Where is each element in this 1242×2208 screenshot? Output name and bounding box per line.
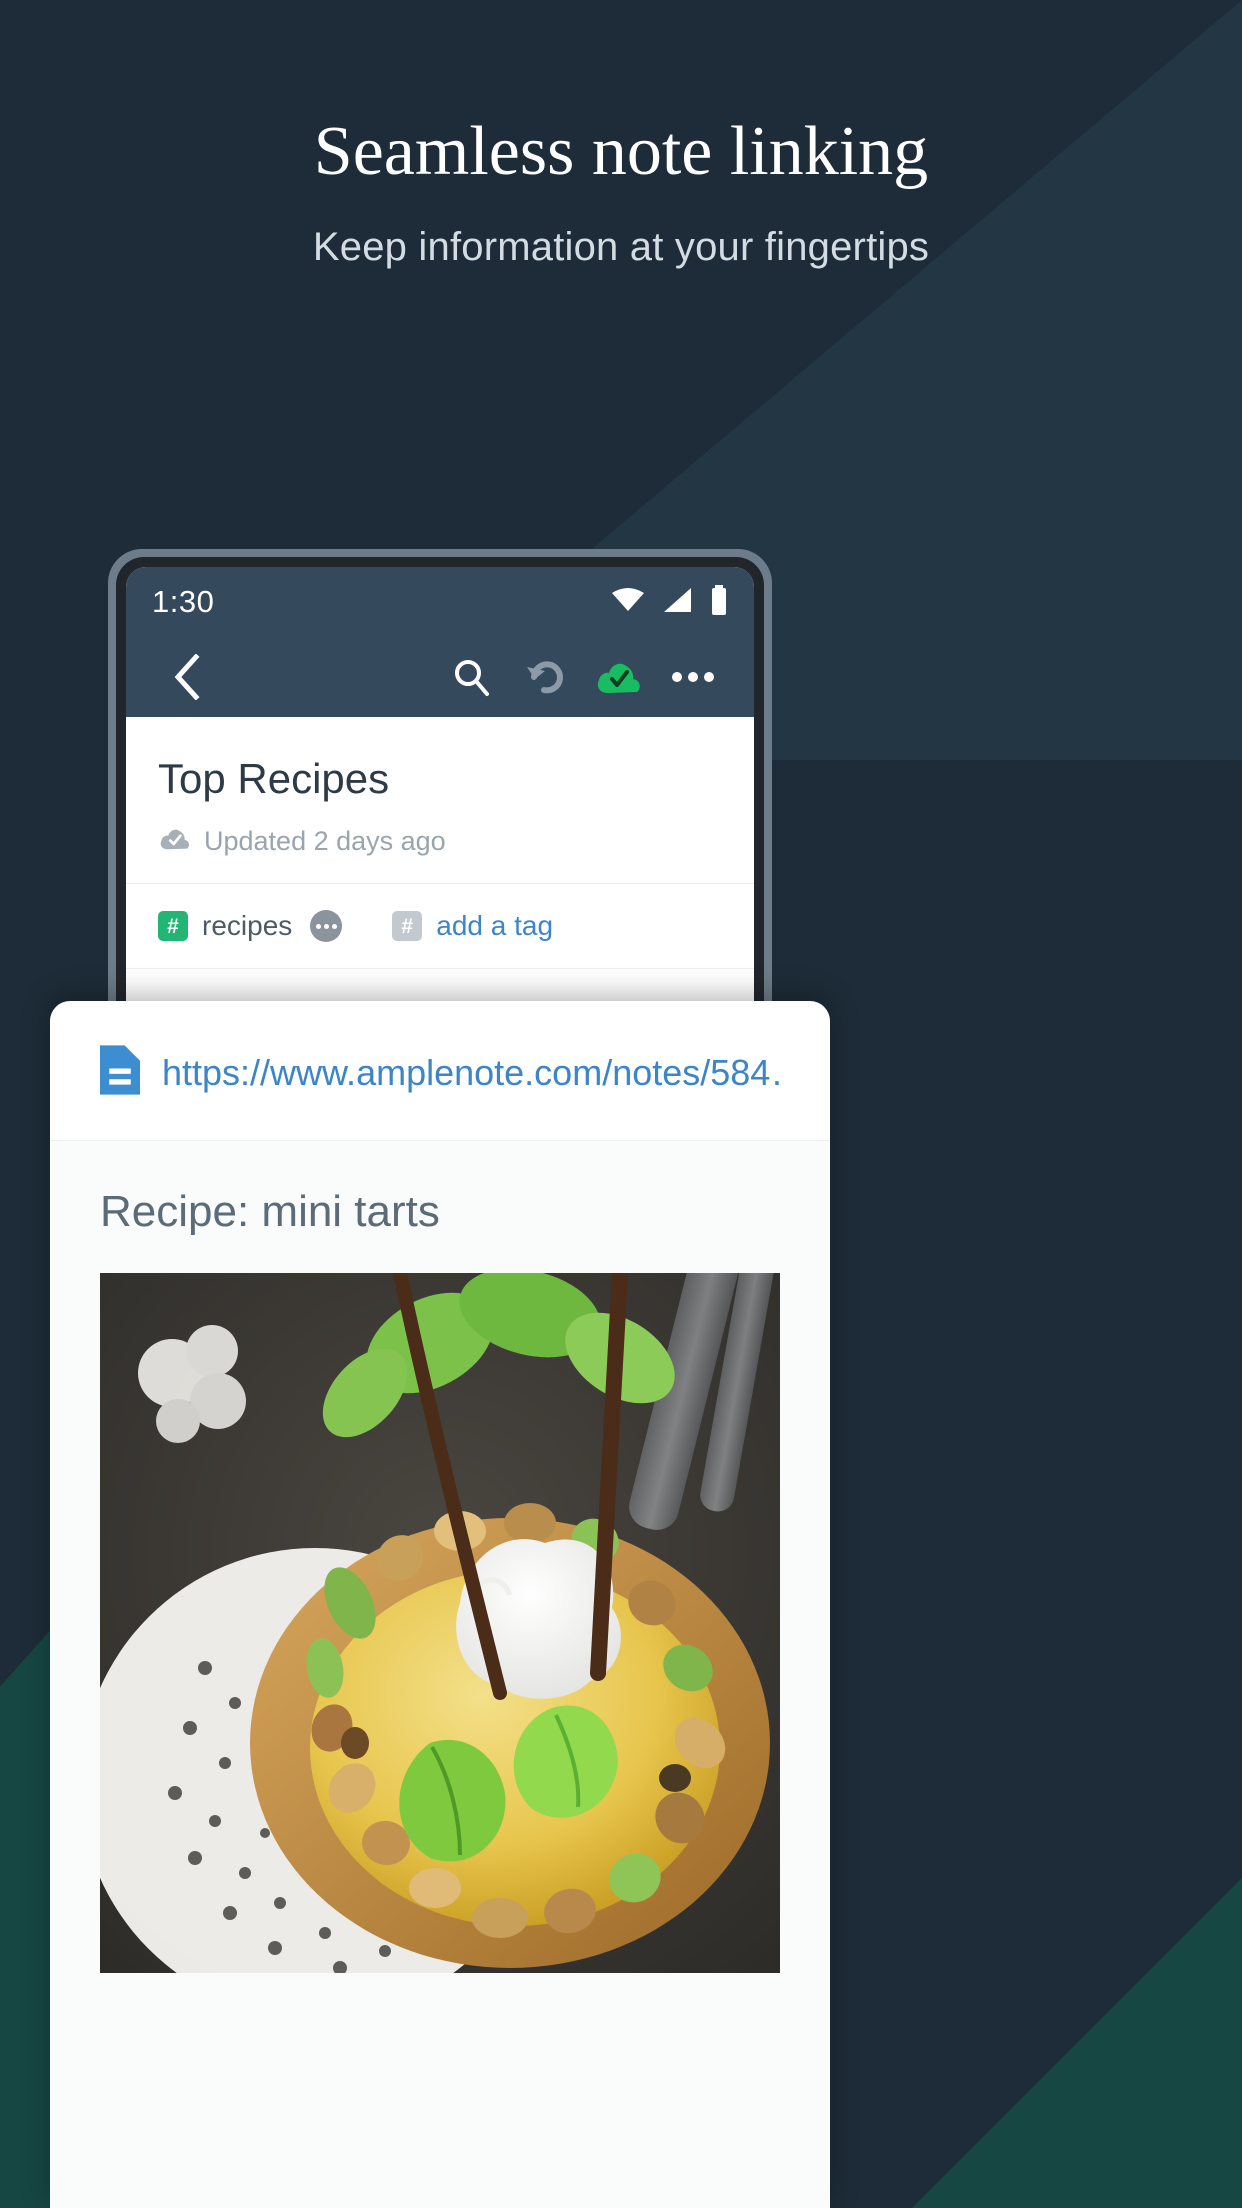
note-header: Top Recipes Updated 2 days ago	[126, 717, 754, 884]
back-button[interactable]	[150, 654, 224, 700]
undo-button[interactable]	[508, 659, 582, 695]
tag-options-icon[interactable]	[310, 910, 343, 942]
popup-url-bar[interactable]: https://www.amplenote.com/notes/584…	[50, 1001, 830, 1141]
popup-content: Recipe: mini tarts	[50, 1141, 830, 2208]
status-bar: 1:30	[126, 567, 754, 637]
note-document-icon	[100, 1045, 140, 1100]
battery-icon	[710, 584, 728, 620]
note-toolbar	[126, 637, 754, 717]
popup-url-text[interactable]: https://www.amplenote.com/notes/584…	[162, 1052, 780, 1094]
tag-label-recipes[interactable]: recipes	[202, 910, 292, 942]
sync-status-button[interactable]	[582, 657, 656, 697]
add-tag-hash-icon: #	[392, 911, 423, 941]
background-wedge-bottom-right	[912, 1878, 1242, 2208]
add-tag-button[interactable]: add a tag	[436, 910, 553, 942]
status-icon-group	[612, 584, 728, 620]
wifi-icon	[612, 587, 644, 618]
hero-text-block: Seamless note linking Keep information a…	[0, 0, 1242, 270]
page-title: Seamless note linking	[313, 113, 929, 190]
status-clock: 1:30	[152, 584, 215, 619]
popup-note-title: Recipe: mini tarts	[100, 1187, 440, 1236]
tag-hash-icon: #	[158, 911, 188, 941]
page-subtitle: Keep information at your fingertips	[312, 225, 930, 269]
cloud-check-icon	[158, 825, 192, 857]
note-title[interactable]: Top Recipes	[158, 755, 722, 803]
note-meta: Updated 2 days ago	[158, 825, 722, 857]
cellular-signal-icon	[662, 587, 692, 618]
overflow-menu-button[interactable]	[656, 671, 730, 683]
search-button[interactable]	[434, 657, 508, 697]
note-tags-row: # recipes # add a tag	[126, 884, 754, 969]
recipe-photo	[100, 1273, 780, 1973]
note-updated-text: Updated 2 days ago	[204, 825, 446, 856]
link-preview-popup[interactable]: https://www.amplenote.com/notes/584… Rec…	[50, 1001, 830, 2208]
